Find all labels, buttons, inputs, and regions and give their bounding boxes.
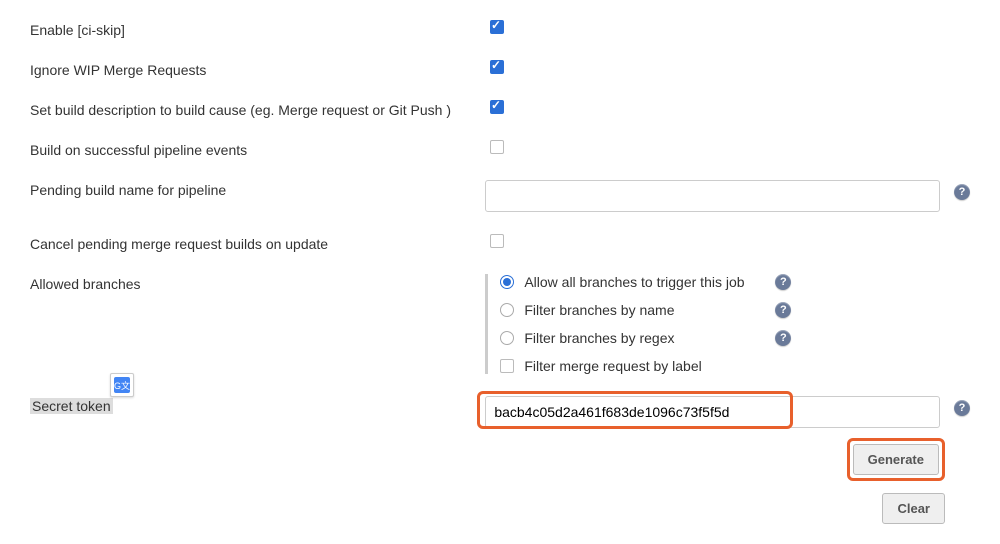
label-ci-skip: Enable [ci-skip] bbox=[30, 20, 490, 38]
label-ignore-wip: Ignore WIP Merge Requests bbox=[30, 60, 490, 78]
radio-allow-all[interactable] bbox=[500, 275, 514, 289]
generate-button[interactable]: Generate bbox=[853, 444, 939, 475]
row-cancel-pending: Cancel pending merge request builds on u… bbox=[30, 234, 970, 252]
checkbox-filter-label[interactable] bbox=[500, 359, 514, 373]
checkbox-ignore-wip[interactable] bbox=[490, 60, 504, 74]
row-ci-skip: Enable [ci-skip] bbox=[30, 20, 970, 38]
row-allowed-branches: Allowed branches Allow all branches to t… bbox=[30, 274, 970, 374]
highlight-generate: Generate bbox=[847, 438, 945, 481]
radio-by-name[interactable] bbox=[500, 303, 514, 317]
clear-button[interactable]: Clear bbox=[882, 493, 945, 524]
checkbox-label-filter-label: Filter merge request by label bbox=[524, 358, 701, 374]
checkbox-ci-skip[interactable] bbox=[490, 20, 504, 34]
checkbox-cancel-pending[interactable] bbox=[490, 234, 504, 248]
help-icon[interactable]: ? bbox=[954, 184, 970, 200]
input-secret-token[interactable] bbox=[485, 396, 940, 428]
checkbox-build-desc[interactable] bbox=[490, 100, 504, 114]
radio-group-branches: Allow all branches to trigger this job ?… bbox=[485, 274, 940, 374]
radio-label-by-name: Filter branches by name bbox=[524, 302, 674, 318]
radio-by-regex[interactable] bbox=[500, 331, 514, 345]
help-icon[interactable]: ? bbox=[775, 302, 791, 318]
translate-icon[interactable]: G文 bbox=[110, 373, 134, 397]
help-icon[interactable]: ? bbox=[954, 400, 970, 416]
label-pending-name: Pending build name for pipeline bbox=[30, 180, 485, 198]
label-allowed-branches: Allowed branches bbox=[30, 274, 485, 292]
label-secret-token: Secret token bbox=[30, 398, 113, 414]
help-icon[interactable]: ? bbox=[775, 274, 791, 290]
checkbox-build-success[interactable] bbox=[490, 140, 504, 154]
row-secret-token: G文 Secret token ? bbox=[30, 396, 970, 428]
radio-label-by-regex: Filter branches by regex bbox=[524, 330, 674, 346]
help-icon[interactable]: ? bbox=[775, 330, 791, 346]
label-build-desc: Set build description to build cause (eg… bbox=[30, 100, 490, 118]
label-build-success: Build on successful pipeline events bbox=[30, 140, 490, 158]
row-build-success: Build on successful pipeline events bbox=[30, 140, 970, 158]
input-pending-name[interactable] bbox=[485, 180, 940, 212]
row-pending-name: Pending build name for pipeline ? bbox=[30, 180, 970, 212]
label-cancel-pending: Cancel pending merge request builds on u… bbox=[30, 234, 490, 252]
radio-label-allow-all: Allow all branches to trigger this job bbox=[524, 274, 744, 290]
row-build-desc: Set build description to build cause (eg… bbox=[30, 100, 970, 118]
row-ignore-wip: Ignore WIP Merge Requests bbox=[30, 60, 970, 78]
